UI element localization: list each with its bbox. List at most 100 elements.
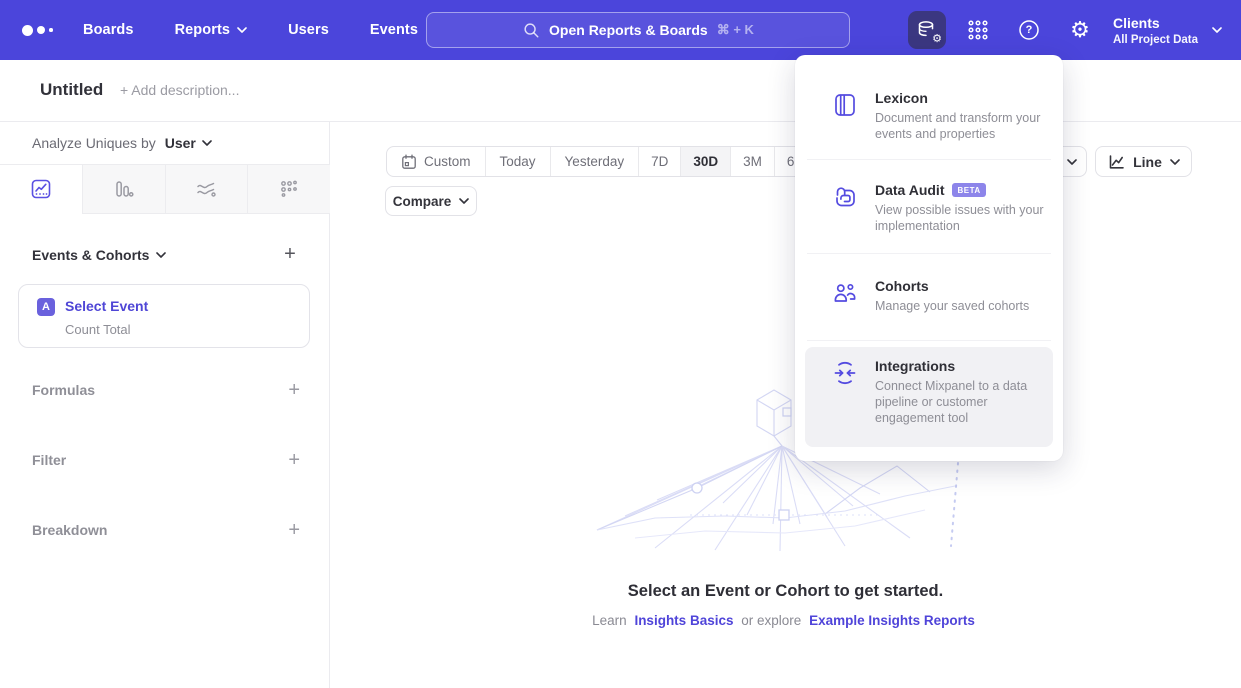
compare-label: Compare xyxy=(393,194,452,209)
top-navbar: Boards Reports Users Events Open Reports… xyxy=(0,0,1241,60)
chevron-down-icon xyxy=(1067,159,1077,165)
nav-icon-group: ⚙ ? ⚙ xyxy=(908,0,1099,60)
menu-item-data-audit[interactable]: Data Audit BETA View possible issues wit… xyxy=(805,179,1053,234)
add-description[interactable]: + Add description... xyxy=(120,82,239,98)
chart-type-dropdown[interactable]: Line xyxy=(1095,146,1192,177)
project-selector[interactable]: Clients All Project Data xyxy=(1113,0,1222,60)
menu-item-lexicon[interactable]: Lexicon Document and transform your even… xyxy=(805,87,1053,142)
analyze-entity-dropdown[interactable]: User xyxy=(165,135,212,151)
calendar-icon xyxy=(401,154,417,170)
menu-item-description: Connect Mixpanel to a data pipeline or c… xyxy=(875,378,1055,426)
apps-grid-button[interactable] xyxy=(959,11,997,49)
insights-basics-link[interactable]: Insights Basics xyxy=(634,613,733,628)
search-placeholder: Open Reports & Boards xyxy=(549,22,708,38)
analyze-entity-value: User xyxy=(165,135,196,151)
integrations-icon xyxy=(832,360,858,386)
tab-metrics-grid[interactable] xyxy=(248,165,330,213)
logo-dot xyxy=(37,26,45,34)
chevron-down-icon xyxy=(1212,27,1222,33)
date-range-3m[interactable]: 3M xyxy=(731,147,775,176)
breakdown-section: Breakdown + xyxy=(32,518,304,542)
gear-icon: ⚙ xyxy=(932,34,942,45)
menu-item-title: Integrations xyxy=(875,358,955,374)
metrics-icon xyxy=(278,178,300,200)
menu-item-title: Data Audit xyxy=(875,182,944,198)
report-title[interactable]: Untitled xyxy=(40,80,103,100)
chevron-down-icon xyxy=(156,252,166,258)
date-range-yesterday[interactable]: Yesterday xyxy=(551,147,640,176)
mixpanel-logo[interactable] xyxy=(22,0,53,60)
date-range-7d[interactable]: 7D xyxy=(639,147,681,176)
data-audit-icon xyxy=(832,184,858,210)
compare-button[interactable]: Compare xyxy=(385,186,477,216)
nav-label: Events xyxy=(370,22,418,38)
settings-button[interactable]: ⚙ xyxy=(1061,11,1099,49)
date-range-label: Custom xyxy=(424,154,471,169)
date-range-label: 3M xyxy=(743,154,762,169)
add-breakdown-button[interactable]: + xyxy=(284,519,304,542)
tab-insights-line[interactable] xyxy=(0,165,83,213)
formulas-label: Formulas xyxy=(32,382,95,398)
tab-bar-chart[interactable] xyxy=(83,165,166,213)
add-event-button[interactable]: + xyxy=(276,240,304,268)
event-metric-dropdown[interactable]: Count Total xyxy=(65,322,131,337)
flow-icon xyxy=(195,178,217,200)
nav-reports[interactable]: Reports xyxy=(175,22,248,38)
event-series-badge: A xyxy=(37,298,55,316)
chevron-down-icon xyxy=(1170,159,1180,165)
line-chart-icon xyxy=(30,178,52,200)
menu-item-cohorts[interactable]: Cohorts Manage your saved cohorts xyxy=(805,275,1053,314)
data-management-button[interactable]: ⚙ xyxy=(908,11,946,49)
lexicon-icon xyxy=(832,92,858,118)
nav-boards[interactable]: Boards xyxy=(83,22,134,38)
logo-dot xyxy=(22,25,33,36)
logo-dot xyxy=(49,28,53,32)
help-button[interactable]: ? xyxy=(1010,11,1048,49)
data-management-menu: Lexicon Document and transform your even… xyxy=(795,55,1063,461)
line-chart-icon xyxy=(1107,153,1125,171)
add-filter-button[interactable]: + xyxy=(284,449,304,472)
menu-divider xyxy=(807,253,1051,254)
date-range-label: 30D xyxy=(693,154,718,169)
chevron-down-icon xyxy=(202,140,212,146)
events-cohorts-label: Events & Cohorts xyxy=(32,247,149,263)
question-mark-glyph: ? xyxy=(1026,24,1033,36)
empty-state-title: Select an Event or Cohort to get started… xyxy=(330,582,1241,601)
cohorts-icon xyxy=(832,280,858,306)
filter-section: Filter + xyxy=(32,448,304,472)
menu-divider xyxy=(807,159,1051,160)
gear-icon: ⚙ xyxy=(1070,19,1090,41)
nav-events[interactable]: Events xyxy=(370,22,418,38)
formulas-section: Formulas + xyxy=(32,378,304,402)
learn-prefix: Learn xyxy=(592,613,627,628)
select-event-button[interactable]: Select Event xyxy=(65,298,148,314)
or-explore-text: or explore xyxy=(741,613,801,628)
date-range-30d[interactable]: 30D xyxy=(681,147,731,176)
breakdown-label: Breakdown xyxy=(32,522,107,538)
menu-divider xyxy=(807,340,1051,341)
grid-dots-icon xyxy=(966,18,990,42)
date-range-today[interactable]: Today xyxy=(486,147,551,176)
chevron-down-icon xyxy=(459,198,469,204)
search-shortcut: ⌘ + K xyxy=(717,22,754,38)
date-range-custom[interactable]: Custom xyxy=(387,147,486,176)
menu-item-title: Lexicon xyxy=(875,90,928,106)
add-formula-button[interactable]: + xyxy=(284,379,304,402)
nav-label: Reports xyxy=(175,22,231,38)
analyze-row: Analyze Uniques by User xyxy=(32,135,212,151)
tab-flow-chart[interactable] xyxy=(166,165,249,213)
events-cohorts-header[interactable]: Events & Cohorts xyxy=(32,247,166,263)
chart-type-label: Line xyxy=(1133,154,1162,170)
menu-item-integrations[interactable]: Integrations Connect Mixpanel to a data … xyxy=(805,347,1053,447)
menu-item-title: Cohorts xyxy=(875,278,929,294)
menu-item-description: Document and transform your events and p… xyxy=(875,110,1053,142)
nav-users[interactable]: Users xyxy=(288,22,329,38)
chart-type-tabs xyxy=(0,164,330,214)
example-reports-link[interactable]: Example Insights Reports xyxy=(809,613,975,628)
event-card[interactable]: A Select Event Count Total xyxy=(18,284,310,348)
date-range-label: Today xyxy=(500,154,536,169)
date-range-control: Custom Today Yesterday 7D 30D 3M 6M xyxy=(386,146,819,177)
chevron-down-icon xyxy=(237,27,247,33)
search-input[interactable]: Open Reports & Boards ⌘ + K xyxy=(426,12,850,48)
app-root: Boards Reports Users Events Open Reports… xyxy=(0,0,1241,688)
